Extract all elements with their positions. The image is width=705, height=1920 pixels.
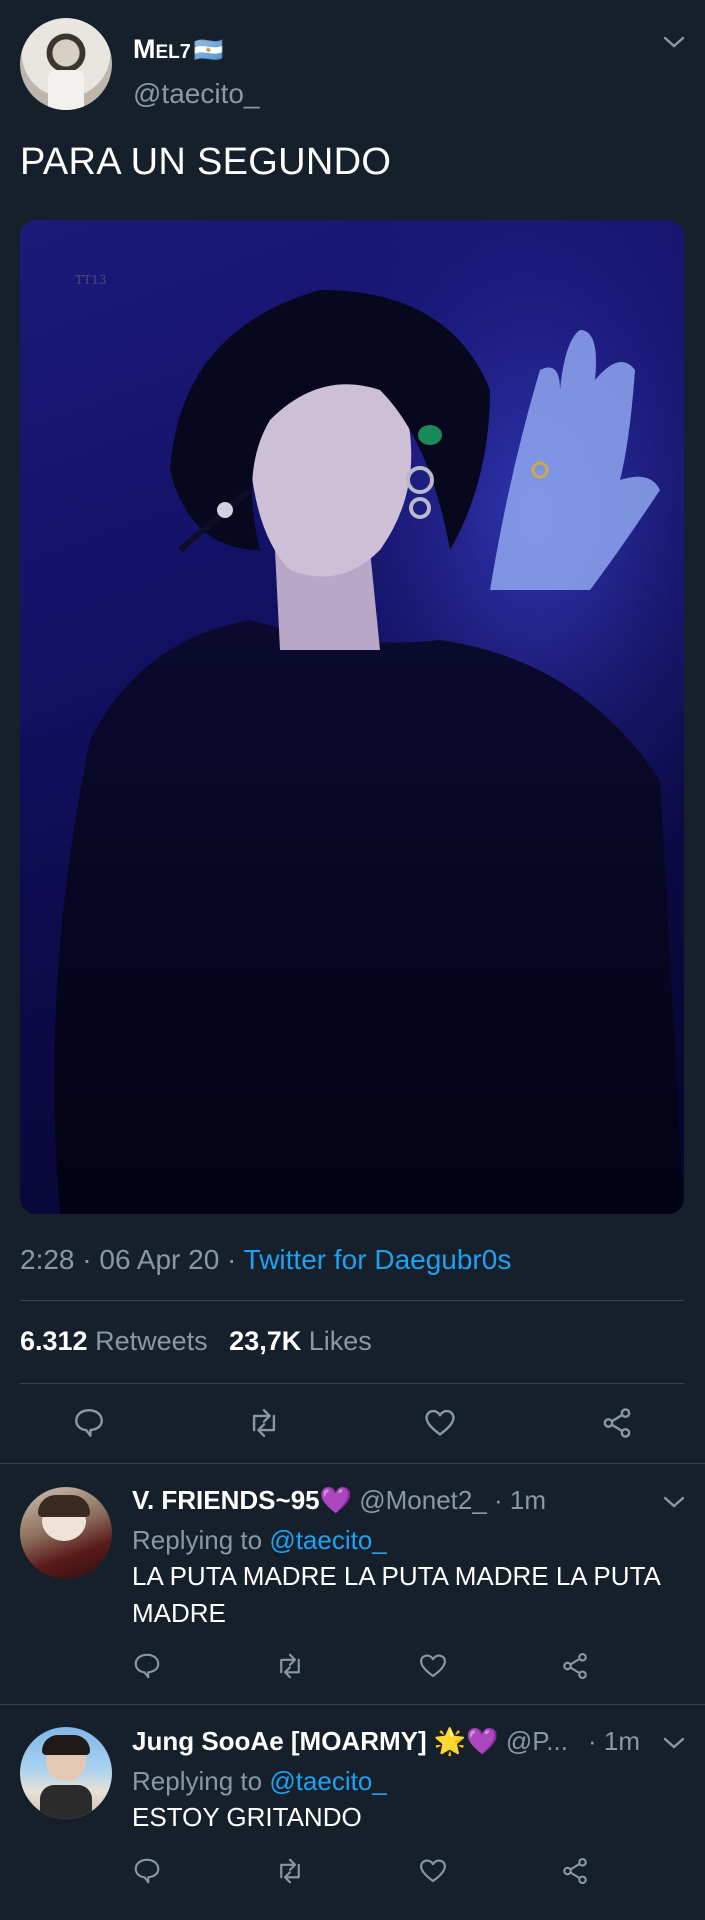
- reply-author-name[interactable]: V. FRIENDS~95: [132, 1485, 320, 1515]
- retweets-stat[interactable]: 6.312 Retweets: [20, 1326, 215, 1356]
- likes-count: 23,7K: [229, 1326, 302, 1356]
- author-name[interactable]: Mel7 🇦🇷: [133, 34, 224, 65]
- display-name: Mel: [133, 34, 180, 64]
- reply-time: · 1m: [494, 1485, 547, 1515]
- retweets-count: 6.312: [20, 1326, 88, 1356]
- likes-stat[interactable]: 23,7K Likes: [229, 1326, 372, 1356]
- reply-author-handle[interactable]: @P...: [506, 1726, 568, 1756]
- reply-header: Jung SooAe [MOARMY] 🌟💜 @P...: [132, 1725, 568, 1757]
- retweet-icon[interactable]: [275, 1651, 305, 1681]
- reply-header: V. FRIENDS~95💜 @Monet2_ · 1m: [132, 1484, 546, 1516]
- share-icon[interactable]: [560, 1856, 590, 1886]
- reply-avatar[interactable]: [20, 1727, 112, 1819]
- retweet-icon[interactable]: [275, 1856, 305, 1886]
- replying-to: Replying to @taecito_: [132, 1524, 387, 1556]
- author-handle[interactable]: @taecito_: [133, 78, 260, 110]
- name-suffix: 7: [179, 41, 191, 63]
- retweets-label: Retweets: [95, 1326, 208, 1356]
- reply-icon[interactable]: [132, 1651, 162, 1681]
- reply-text: LA PUTA MADRE LA PUTA MADRE LA PUTA MADR…: [132, 1561, 660, 1628]
- like-icon[interactable]: [423, 1406, 457, 1440]
- tweet-date: 06 Apr 20: [99, 1244, 220, 1275]
- reply-author-name[interactable]: Jung SooAe [MOARMY]: [132, 1726, 427, 1756]
- divider: [20, 1300, 684, 1301]
- purple-heart-icon: 💜: [319, 1485, 352, 1515]
- divider: [20, 1383, 684, 1384]
- author-avatar[interactable]: [20, 18, 112, 110]
- tweet-time: 2:28: [20, 1244, 75, 1275]
- separator: ·: [227, 1244, 237, 1275]
- star-heart-icon: 🌟💜: [433, 1726, 499, 1756]
- share-icon[interactable]: [560, 1651, 590, 1681]
- reply-icon[interactable]: [132, 1856, 162, 1886]
- reply-icon[interactable]: [72, 1406, 106, 1440]
- replying-to-handle[interactable]: @taecito_: [269, 1525, 386, 1555]
- replying-to-label: Replying to: [132, 1525, 263, 1555]
- like-icon[interactable]: [418, 1651, 448, 1681]
- retweet-icon[interactable]: [247, 1406, 281, 1440]
- likes-label: Likes: [308, 1326, 372, 1356]
- chevron-down-icon[interactable]: [662, 34, 686, 50]
- share-icon[interactable]: [600, 1406, 634, 1440]
- reply-author-handle[interactable]: @Monet2_: [359, 1485, 487, 1515]
- reply-tweet[interactable]: Jung SooAe [MOARMY] 🌟💜 @P... · 1m Replyi…: [0, 1705, 705, 1920]
- like-icon[interactable]: [418, 1856, 448, 1886]
- tweet-timestamp: 2:28 · 06 Apr 20 · Twitter for Daegubr0s: [20, 1244, 511, 1276]
- reply-tweet[interactable]: V. FRIENDS~95💜 @Monet2_ · 1m Replying to…: [0, 1464, 705, 1704]
- reply-text: ESTOY GRITANDO: [132, 1802, 362, 1832]
- chevron-down-icon[interactable]: [662, 1735, 686, 1751]
- separator: ·: [82, 1244, 92, 1275]
- image-watermark: TT13: [75, 273, 107, 287]
- replying-to-label: Replying to: [132, 1766, 263, 1796]
- replying-to: Replying to @taecito_: [132, 1765, 387, 1797]
- tweet-image[interactable]: TT13: [20, 220, 684, 1214]
- tweet-text: PARA UN SEGUNDO: [20, 141, 392, 183]
- reply-time: · 1m: [588, 1726, 640, 1756]
- tweet-source-link[interactable]: Twitter for Daegubr0s: [244, 1244, 512, 1275]
- tweet-stats: 6.312 Retweets 23,7K Likes: [20, 1326, 372, 1357]
- flag-icon: 🇦🇷: [193, 37, 224, 64]
- chevron-down-icon[interactable]: [662, 1494, 686, 1510]
- reply-avatar[interactable]: [20, 1487, 112, 1579]
- replying-to-handle[interactable]: @taecito_: [269, 1766, 386, 1796]
